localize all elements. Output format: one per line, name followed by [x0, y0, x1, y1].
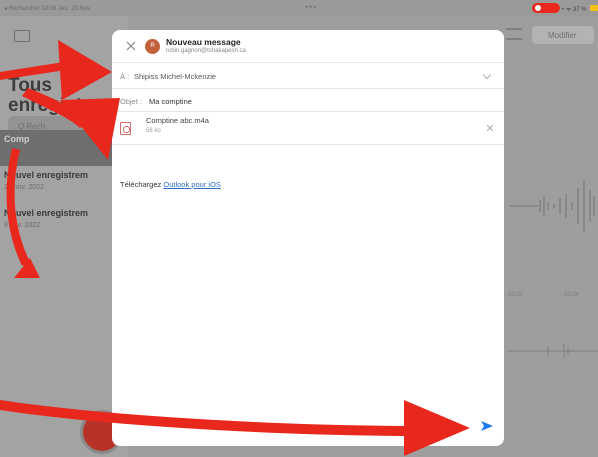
status-time: 10:08 Jeu. 23 Nov. — [41, 6, 92, 12]
compose-title: Nouveau message — [166, 37, 241, 47]
audio-file-icon — [120, 122, 131, 135]
sidebar-title-line2: enregistre — [8, 95, 100, 116]
attachment-size: 56 ko — [146, 128, 161, 134]
subject-label: Objet : — [120, 97, 143, 106]
recording-name: Nouvel enregistrem — [4, 208, 89, 218]
close-icon[interactable] — [124, 39, 138, 53]
to-label: À : — [120, 72, 130, 81]
list-item[interactable]: Comp — [0, 130, 128, 166]
list-item[interactable]: Nouvel enregistrem 9 nov. 2022 — [0, 204, 128, 240]
recording-indicator — [532, 3, 560, 13]
status-right: • ᯤ 37 % — [562, 7, 587, 13]
outlook-link[interactable]: Outlook pour iOS — [163, 180, 221, 189]
divider — [112, 62, 504, 63]
recording-date: 23 nov. 2022 — [4, 184, 44, 191]
to-field[interactable]: Shipiss Michel-Mckenzie — [134, 72, 216, 81]
mic-icon — [535, 5, 541, 11]
recording-name: Nouvel enregistrem — [4, 170, 89, 180]
message-body[interactable]: Téléchargez Outlook pour iOS — [120, 180, 221, 189]
divider — [112, 88, 504, 89]
screen: ◂ Rechercher 10:08 Jeu. 23 Nov. ••• • ᯤ … — [0, 0, 598, 457]
list-item[interactable]: Nouvel enregistrem 23 nov. 2022 — [0, 166, 128, 202]
multitasking-dots-icon[interactable]: ••• — [305, 2, 317, 12]
back-to-search-link[interactable]: ◂ Rechercher 10:08 Jeu. 23 Nov. — [4, 5, 91, 12]
send-icon[interactable] — [480, 420, 494, 432]
sidebar-toggle-icon[interactable] — [14, 30, 30, 42]
sender-email[interactable]: robin.gagnon@tshakapesh.ca — [166, 48, 246, 54]
divider — [112, 144, 504, 145]
sidebar-title: Tous enregistre — [8, 76, 100, 116]
compose-mail-sheet: R Nouveau message robin.gagnon@tshakapes… — [112, 30, 504, 446]
chevron-down-icon[interactable] — [482, 70, 492, 80]
mini-waveform — [508, 344, 598, 358]
attachment-name[interactable]: Comptine abc.m4a — [146, 116, 209, 125]
subject-field[interactable]: Ma comptine — [149, 97, 192, 106]
sidebar-title-line1: Tous — [8, 75, 52, 96]
status-bar: ◂ Rechercher 10:08 Jeu. 23 Nov. ••• • ᯤ … — [0, 0, 598, 16]
timeline-mark: 00:02 — [508, 292, 524, 298]
recordings-sidebar: Tous enregistre Q Rech Comp Nouvel enreg… — [0, 16, 128, 457]
list-icon[interactable] — [506, 28, 522, 40]
remove-attachment-icon[interactable] — [485, 123, 495, 133]
avatar: R — [145, 39, 160, 54]
edit-button[interactable]: Modifier — [532, 26, 594, 44]
timeline-mark: 00:04 — [564, 292, 580, 298]
waveform — [510, 180, 595, 232]
recording-date: 9 nov. 2022 — [4, 222, 41, 229]
battery-icon — [590, 5, 598, 11]
divider — [112, 111, 504, 112]
body-text: Téléchargez — [120, 180, 162, 189]
recording-name: Comp — [4, 134, 30, 144]
